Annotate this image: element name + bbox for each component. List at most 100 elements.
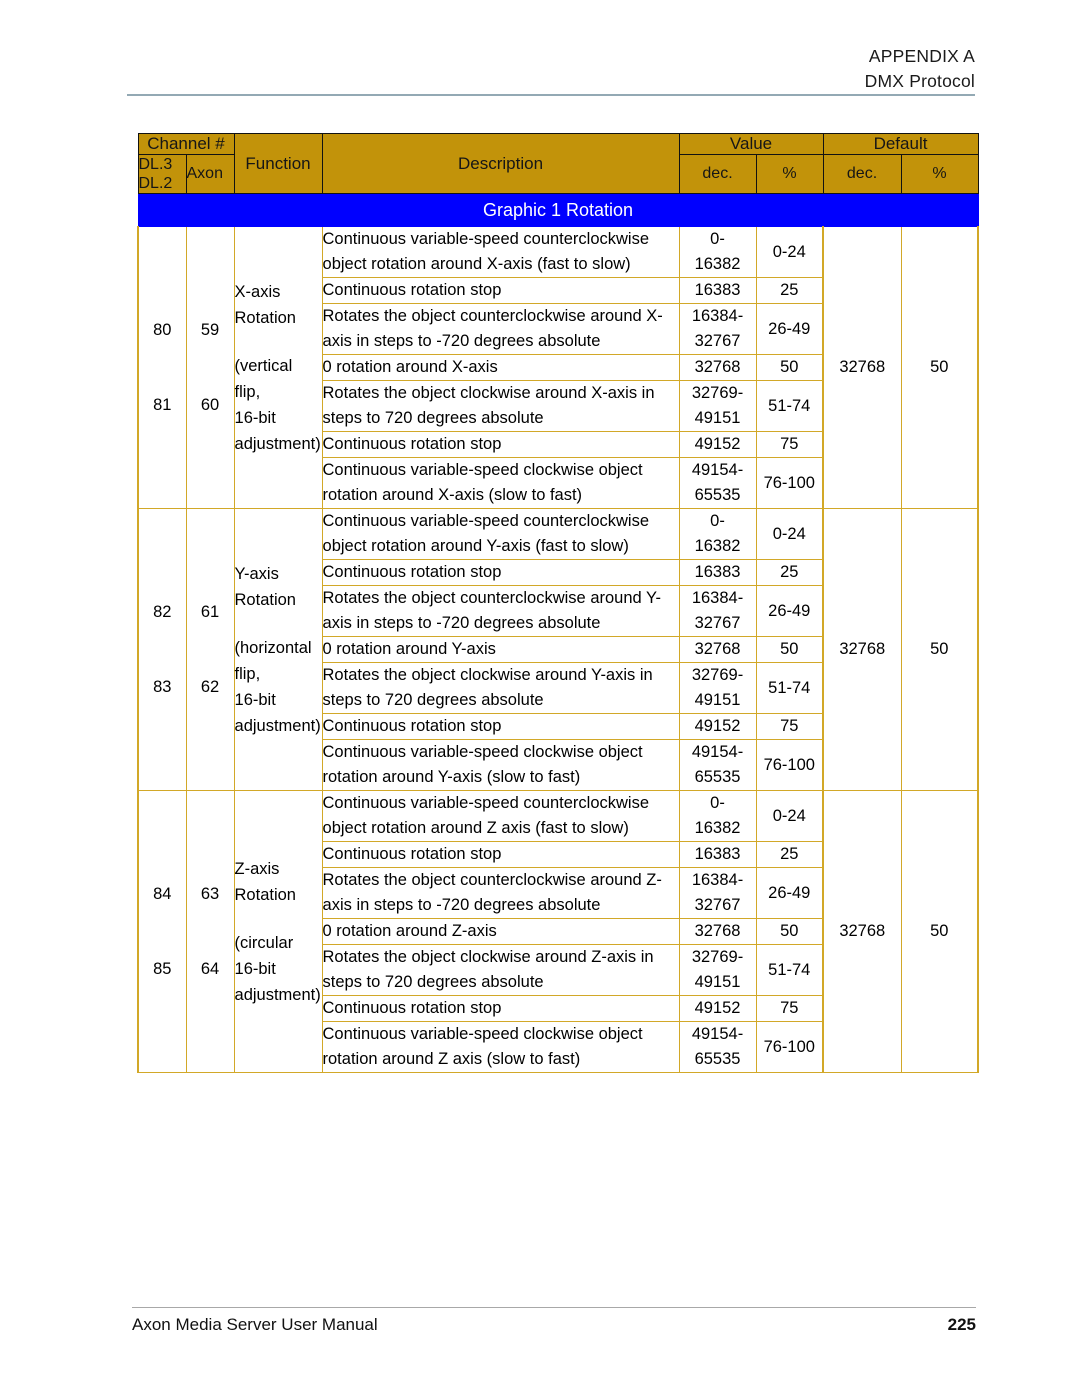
section-band-row: Graphic 1 Rotation (137, 193, 979, 227)
value-dec-line2: 32767 (694, 332, 741, 350)
cell-value-dec: 49152 (678, 713, 757, 740)
cell-value-pct: 0-24 (755, 790, 824, 842)
header-divider (127, 94, 975, 96)
value-dec-line1: 16384- (691, 307, 744, 325)
value-dec-line1: 16384- (691, 589, 744, 607)
value-dec-line1: 16384- (691, 871, 744, 889)
cell-channel-axon-0: 59 60 (185, 226, 235, 509)
function-line1-1: Y-axis (234, 564, 279, 583)
cell-value-pct: 75 (755, 995, 824, 1022)
value-dec-line1: 49154- (691, 1025, 744, 1043)
function-line2-1: Rotation (234, 590, 296, 609)
table-row: 80 81 59 60 X-axis Rotation (vertical fl… (137, 226, 980, 509)
cell-description: Rotates the object clockwise around Z-ax… (321, 944, 680, 996)
cell-value-pct: 51-74 (755, 944, 824, 996)
value-dec-line2: 65535 (694, 486, 741, 504)
cell-function-1: Y-axis Rotation (horizontal flip, 16-bit… (233, 508, 323, 791)
table-head: Channel # Function Description Value Def… (137, 133, 979, 194)
value-dec-line1: 32769- (691, 384, 744, 402)
cell-value-dec: 16383 (678, 559, 757, 586)
footer-divider (132, 1307, 976, 1308)
cell-value-pct: 76-100 (755, 457, 824, 509)
value-dec-line1: 49154- (691, 743, 744, 761)
cell-value-pct: 75 (755, 431, 824, 458)
channel-axon-top-0: 59 (200, 320, 220, 339)
table-body: Graphic 1 Rotation 80 81 59 60 X-axis Ro… (137, 193, 980, 1073)
value-dec-line2: 65535 (694, 768, 741, 786)
value-dec-line2: 32767 (694, 896, 741, 914)
cell-value-dec: 0- 16382 (678, 508, 757, 560)
cell-description: Continuous variable-speed counterclockwi… (321, 508, 680, 560)
cell-value-dec: 16384- 32767 (678, 867, 757, 919)
function-line4-2: adjustment) (234, 985, 321, 1004)
function-line5-0: adjustment) (234, 434, 321, 453)
channel-axon-bottom-1: 62 (200, 677, 220, 696)
cell-value-dec: 32769- 49151 (678, 380, 757, 432)
cell-function-0: X-axis Rotation (vertical flip, 16-bit a… (233, 226, 323, 509)
value-dec-line2: 16382 (694, 255, 741, 273)
cell-value-pct: 50 (755, 354, 824, 381)
channel-axon-top-2: 63 (200, 884, 220, 903)
cell-description: Continuous variable-speed clockwise obje… (321, 457, 680, 509)
cell-value-dec: 32769- 49151 (678, 944, 757, 996)
value-dec-line1: 0- (710, 230, 725, 248)
function-line3-2: (circular 16-bit (234, 933, 294, 978)
header-description: Description (321, 133, 680, 194)
cell-channel-dl-2: 84 85 (137, 790, 187, 1073)
cell-value-dec: 49152 (678, 995, 757, 1022)
cell-value-pct: 26-49 (755, 303, 824, 355)
dmx-protocol-table: Channel # Function Description Value Def… (137, 133, 980, 1073)
channel-dl-bottom-2: 85 (153, 959, 172, 978)
header-row-top: Channel # Function Description Value Def… (137, 133, 979, 194)
header-function: Function (233, 133, 323, 194)
value-dec-line1: 32769- (691, 666, 744, 684)
value-dec-line2: 49151 (694, 691, 741, 709)
cell-description: Continuous rotation stop (321, 995, 680, 1022)
cell-channel-dl-0: 80 81 (137, 226, 187, 509)
cell-description: 0 rotation around Z-axis (321, 918, 680, 945)
channel-dl-top-0: 80 (153, 320, 172, 339)
cell-description: Continuous variable-speed counterclockwi… (321, 226, 680, 278)
footer-manual-title: Axon Media Server User Manual (132, 1315, 378, 1334)
cell-description: Continuous rotation stop (321, 841, 680, 868)
cell-description: Rotates the object counterclockwise arou… (321, 303, 680, 355)
cell-default-dec-1: 32768 (822, 508, 902, 791)
appendix-label: APPENDIX A (868, 46, 975, 66)
function-line5-1: adjustment) (234, 716, 321, 735)
cell-description: Rotates the object counterclockwise arou… (321, 867, 680, 919)
value-dec-line1: 0- (710, 794, 725, 812)
cell-description: Continuous rotation stop (321, 559, 680, 586)
cell-default-pct-1: 50 (900, 508, 980, 791)
cell-description: Rotates the object clockwise around Y-ax… (321, 662, 680, 714)
cell-description: Rotates the object counterclockwise arou… (321, 585, 680, 637)
cell-value-dec: 16384- 32767 (678, 585, 757, 637)
value-dec-line2: 49151 (694, 973, 741, 991)
cell-description: Continuous variable-speed clockwise obje… (321, 1021, 680, 1073)
section-title-graphic-1-rotation: Graphic 1 Rotation (137, 193, 979, 227)
cell-value-pct: 50 (755, 636, 824, 663)
cell-description: Continuous rotation stop (321, 713, 680, 740)
function-line2-2: Rotation (234, 885, 296, 904)
cell-value-pct: 51-74 (755, 662, 824, 714)
cell-value-dec: 16383 (678, 841, 757, 868)
cell-channel-axon-2: 63 64 (185, 790, 235, 1073)
table-row: 82 83 61 62 Y-axis Rotation (horizontal … (137, 508, 980, 791)
value-dec-line2: 16382 (694, 819, 741, 837)
header-default-pct: % (900, 154, 979, 194)
cell-value-pct: 25 (755, 277, 824, 304)
header-default-dec: dec. (822, 154, 902, 194)
header-axon: Axon (185, 154, 235, 194)
cell-value-pct: 25 (755, 841, 824, 868)
function-line3-0: (vertical flip, (234, 356, 293, 401)
channel-axon-bottom-0: 60 (200, 395, 220, 414)
value-dec-line1: 32769- (691, 948, 744, 966)
header-dl2: DL.2 (138, 175, 173, 192)
cell-value-dec: 32768 (678, 636, 757, 663)
cell-default-pct-0: 50 (900, 226, 980, 509)
cell-description: Rotates the object clockwise around X-ax… (321, 380, 680, 432)
header-default: Default (822, 133, 979, 155)
cell-value-pct: 75 (755, 713, 824, 740)
cell-value-pct: 0-24 (755, 508, 824, 560)
footer-page-number: 225 (947, 1315, 976, 1334)
value-dec-line2: 49151 (694, 409, 741, 427)
